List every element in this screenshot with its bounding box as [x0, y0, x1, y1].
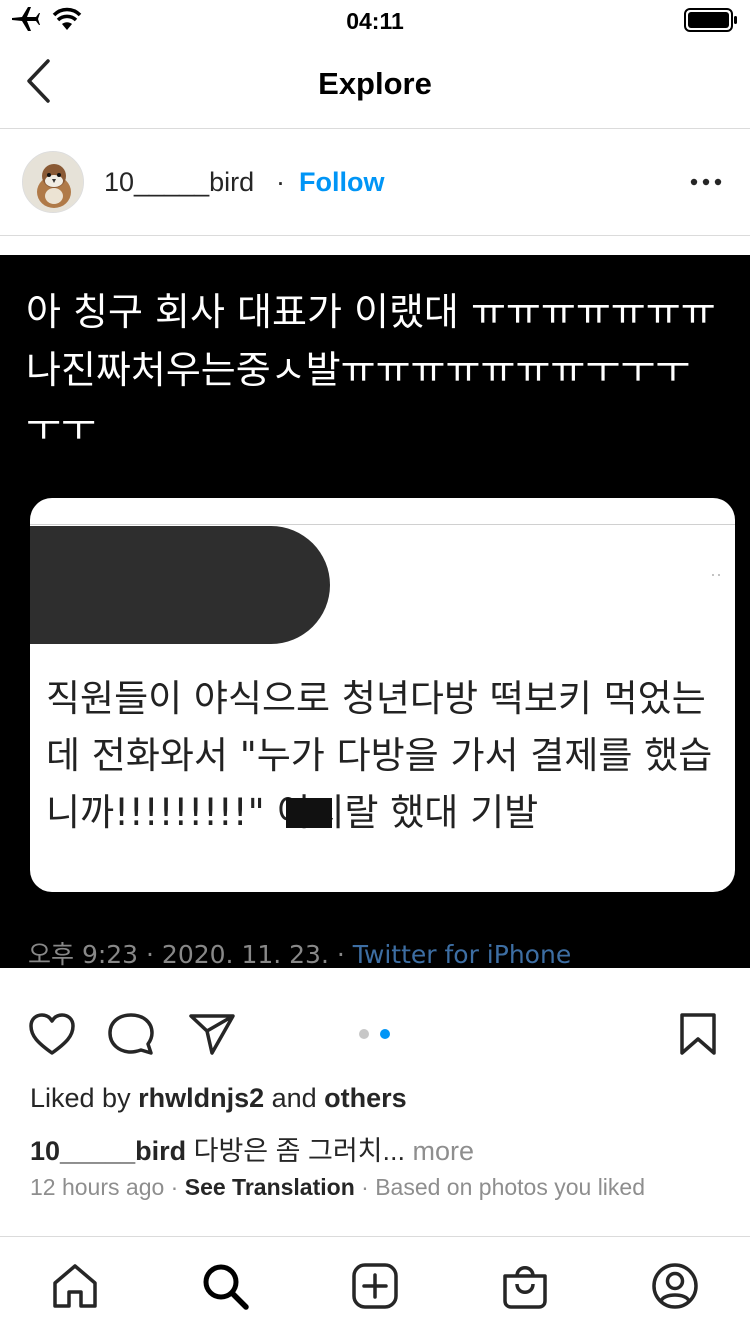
card-text: 직원들이 야식으로 청년다방 떡보키 먹었는 데 전화와서 "누가 다방을 가서… — [46, 677, 713, 834]
tweet-meta-time: 오후 9:23 · 2020. 11. 23. · — [28, 940, 353, 968]
carousel-dot-active — [380, 1029, 390, 1039]
see-translation-link[interactable]: See Translation — [185, 1174, 355, 1200]
likes-line: Liked by rhwldnjs2 and others — [30, 1083, 407, 1114]
likes-middle: and — [264, 1083, 325, 1113]
recommendation-reason: Based on photos you liked — [375, 1174, 646, 1200]
card-divider — [30, 524, 735, 525]
shop-icon[interactable] — [500, 1261, 550, 1311]
navigation-bar: Explore — [0, 40, 750, 129]
tweet-text: 아 칭구 회사 대표가 이랬대 ㅠㅠㅠㅠㅠㅠㅠ 나진짜처우는중ㅅ발ㅠㅠㅠㅠㅠㅠㅠ… — [26, 290, 716, 450]
caption-username[interactable]: 10_____bird — [30, 1136, 186, 1166]
post-meta: 12 hours ago · See Translation · Based o… — [30, 1174, 645, 1201]
meta-separator: · — [354, 1174, 376, 1200]
page-title: Explore — [318, 66, 432, 101]
more-options-icon[interactable] — [690, 177, 722, 187]
search-icon[interactable] — [200, 1261, 250, 1311]
meta-separator: · — [164, 1174, 185, 1200]
heart-icon[interactable] — [28, 1012, 76, 1056]
tweet-source: Twitter for iPhone — [352, 940, 572, 968]
status-bar: 04:11 — [0, 0, 750, 40]
avatar[interactable] — [22, 151, 84, 213]
likes-others[interactable]: others — [324, 1083, 407, 1113]
carousel-dot — [359, 1029, 369, 1039]
paper-plane-icon[interactable] — [188, 1012, 236, 1056]
redacted-block — [30, 526, 330, 644]
battery-icon — [684, 8, 738, 32]
status-time: 04:11 — [346, 8, 404, 34]
caption-text: 다방은 좀 그러치... — [186, 1136, 413, 1166]
separator-dot: · — [276, 167, 285, 197]
home-icon[interactable] — [50, 1261, 100, 1311]
card-more-dots: ·· — [710, 564, 722, 584]
post-username[interactable]: 10_____bird — [104, 167, 254, 198]
likes-user[interactable]: rhwldnjs2 — [138, 1083, 264, 1113]
post-time: 12 hours ago — [30, 1174, 165, 1200]
create-icon[interactable] — [350, 1261, 400, 1311]
profile-icon[interactable] — [650, 1261, 700, 1311]
tweet-meta: 오후 9:23 · 2020. 11. 23. · Twitter for iP… — [28, 935, 571, 968]
follow-button[interactable]: Follow — [299, 167, 384, 198]
caption-more-link[interactable]: more — [413, 1136, 475, 1166]
tab-bar — [0, 1236, 750, 1335]
inline-redaction — [286, 798, 332, 828]
post-image[interactable]: 아 칭구 회사 대표가 이랬대 ㅠㅠㅠㅠㅠㅠㅠ 나진짜처우는중ㅅ발ㅠㅠㅠㅠㅠㅠㅠ… — [0, 255, 750, 968]
likes-prefix: Liked by — [30, 1083, 139, 1113]
comment-icon[interactable] — [108, 1012, 154, 1056]
post-header: 10_____bird · Follow — [0, 129, 750, 236]
quoted-card: ·· 직원들이 야식으로 청년다방 떡보키 먹었는 데 전화와서 "누가 다방을… — [30, 498, 735, 892]
bookmark-icon[interactable] — [678, 1012, 718, 1056]
caption: 10_____bird 다방은 좀 그러치... more — [30, 1129, 474, 1168]
